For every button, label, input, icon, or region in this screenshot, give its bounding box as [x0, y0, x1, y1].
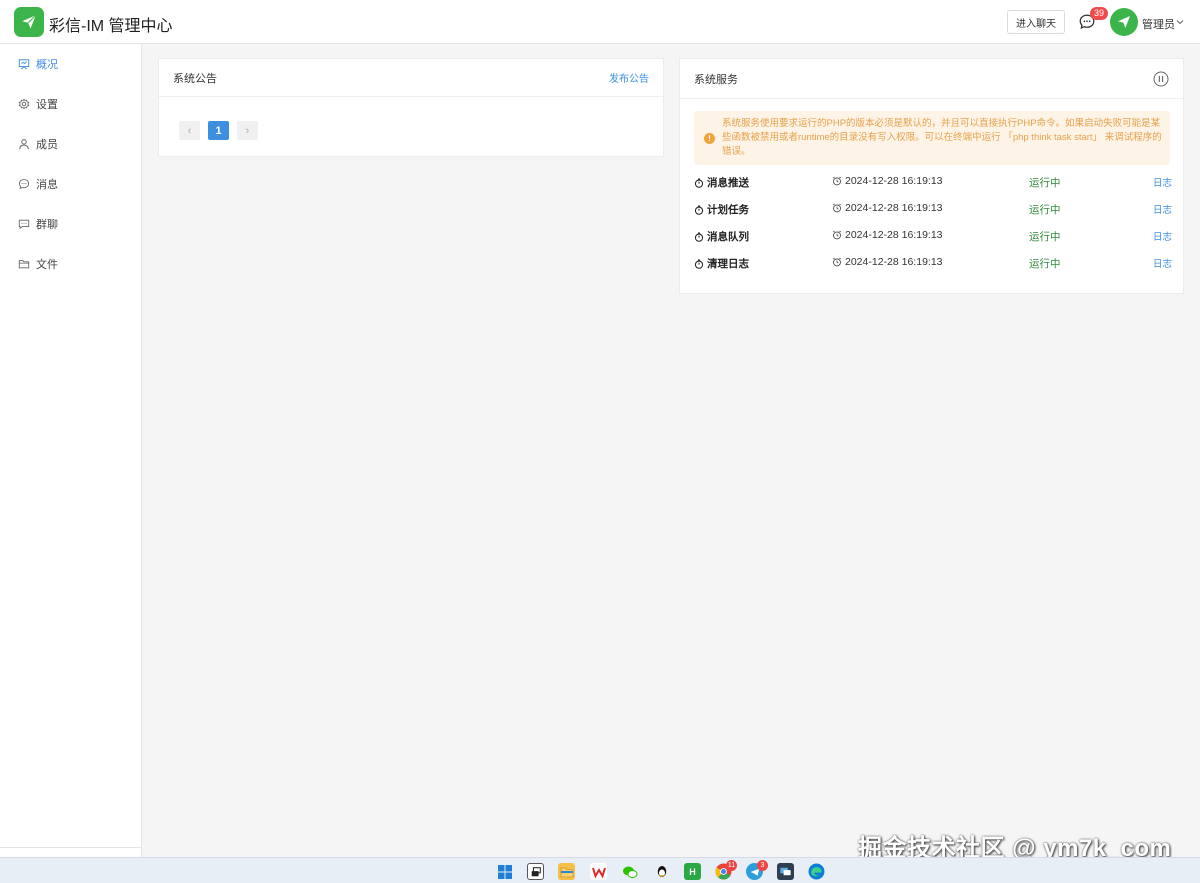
chat-icon — [18, 179, 30, 190]
alarm-clock-icon — [832, 257, 842, 267]
services-title: 系统服务 — [694, 73, 738, 86]
enter-chat-button[interactable]: 进入聊天 — [1007, 10, 1065, 34]
service-log-link[interactable]: 日志 — [1153, 202, 1172, 216]
service-time: 2024-12-28 16:19:13 — [832, 229, 943, 241]
service-name: 计划任务 — [694, 202, 749, 217]
service-log-link[interactable]: 日志 — [1153, 229, 1172, 243]
file-explorer-icon[interactable] — [558, 863, 575, 880]
remote-desktop-icon[interactable] — [777, 863, 794, 880]
message-count-badge: 39 — [1090, 7, 1108, 20]
service-status: 运行中 — [1029, 177, 1061, 189]
user-icon — [19, 139, 29, 150]
alert-text: 系统服务使用要求运行的PHP的版本必须是默认的，并且可以直接执行PHP命令。如果… — [722, 118, 1162, 157]
services-card-header: 系统服务 — [680, 59, 1183, 99]
task-view-icon[interactable] — [527, 863, 544, 880]
sidebar-item-label: 文件 — [36, 259, 58, 271]
gear-icon — [18, 98, 30, 110]
alarm-clock-icon — [832, 203, 842, 213]
prev-page-button[interactable]: ‹ — [179, 121, 200, 140]
table-row: 计划任务 2024-12-28 16:19:13 运行中 日志 — [680, 195, 1183, 222]
dashboard-icon — [18, 59, 30, 70]
windows-start-icon[interactable] — [496, 863, 513, 880]
warning-alert: ! 系统服务使用要求运行的PHP的版本必须是默认的，并且可以直接执行PHP命令。… — [694, 111, 1170, 165]
stopwatch-icon — [694, 259, 704, 269]
stopwatch-icon — [694, 205, 704, 215]
folder-icon — [18, 260, 30, 269]
pause-icon[interactable] — [1153, 71, 1169, 87]
stopwatch-icon — [694, 232, 704, 242]
announcement-card: 系统公告 发布公告 ‹ 1 › — [158, 58, 664, 157]
telegram-badge: 3 — [757, 860, 768, 871]
top-header: 彩信-IM 管理中心 进入聊天 39 管理员 — [0, 0, 1200, 44]
alarm-clock-icon — [832, 230, 842, 240]
service-name: 清理日志 — [694, 256, 749, 271]
paper-plane-icon — [1118, 16, 1130, 28]
sidebar-item-label: 设置 — [36, 99, 58, 111]
service-time: 2024-12-28 16:19:13 — [832, 202, 943, 214]
page-button-current[interactable]: 1 — [208, 121, 229, 140]
service-status: 运行中 — [1029, 231, 1061, 243]
warning-icon: ! — [704, 133, 715, 144]
system-services-card: 系统服务 ! 系统服务使用要求运行的PHP的版本必须是默认的，并且可以直接执行P… — [679, 58, 1184, 294]
table-row: 消息推送 2024-12-28 16:19:13 运行中 日志 — [680, 168, 1183, 195]
table-row: 清理日志 2024-12-28 16:19:13 运行中 日志 — [680, 249, 1183, 276]
chevron-down-icon[interactable] — [1175, 17, 1185, 27]
qq-icon[interactable] — [653, 863, 670, 880]
pagination: ‹ 1 › — [179, 121, 258, 140]
user-name[interactable]: 管理员 — [1142, 16, 1175, 32]
sidebar-item-group-chat[interactable]: 群聊 — [0, 204, 141, 244]
service-status: 运行中 — [1029, 204, 1061, 216]
sidebar-item-label: 消息 — [36, 179, 58, 191]
stopwatch-icon — [694, 178, 704, 188]
sidebar-item-settings[interactable]: 设置 — [0, 84, 141, 124]
sidebar: 概况 设置 成员 消息 群聊 文件 — [0, 44, 142, 857]
sidebar-item-overview[interactable]: 概况 — [0, 44, 141, 84]
brand-title: 彩信-IM 管理中心 — [49, 18, 173, 35]
sidebar-item-files[interactable]: 文件 — [0, 244, 141, 284]
wechat-icon[interactable] — [621, 863, 638, 880]
avatar[interactable] — [1110, 8, 1138, 36]
sidebar-item-members[interactable]: 成员 — [0, 124, 141, 164]
service-time: 2024-12-28 16:19:13 — [832, 256, 943, 268]
edge-icon[interactable] — [808, 863, 825, 880]
announcement-title: 系统公告 — [173, 72, 217, 85]
service-name: 消息推送 — [694, 175, 749, 190]
sidebar-item-label: 概况 — [36, 59, 58, 71]
service-name: 消息队列 — [694, 229, 749, 244]
service-log-link[interactable]: 日志 — [1153, 175, 1172, 189]
chrome-badge: 11 — [726, 860, 737, 871]
alarm-clock-icon — [832, 176, 842, 186]
sidebar-item-label: 群聊 — [36, 219, 58, 231]
paper-plane-icon — [22, 14, 37, 29]
wps-icon[interactable] — [590, 863, 607, 880]
publish-announcement-link[interactable]: 发布公告 — [609, 70, 649, 85]
sidebar-item-messages[interactable]: 消息 — [0, 164, 141, 204]
app-logo[interactable] — [14, 7, 44, 37]
sidebar-item-label: 成员 — [36, 139, 58, 151]
service-status: 运行中 — [1029, 258, 1061, 270]
group-chat-icon — [18, 219, 30, 230]
table-row: 消息队列 2024-12-28 16:19:13 运行中 日志 — [680, 222, 1183, 249]
sidebar-footer — [0, 847, 141, 857]
next-page-button[interactable]: › — [237, 121, 258, 140]
announcement-card-header: 系统公告 发布公告 — [159, 59, 663, 97]
hbuilder-icon[interactable]: H — [684, 863, 701, 880]
service-time: 2024-12-28 16:19:13 — [832, 175, 943, 187]
os-taskbar: H 11 3 — [0, 857, 1200, 883]
service-log-link[interactable]: 日志 — [1153, 256, 1172, 270]
